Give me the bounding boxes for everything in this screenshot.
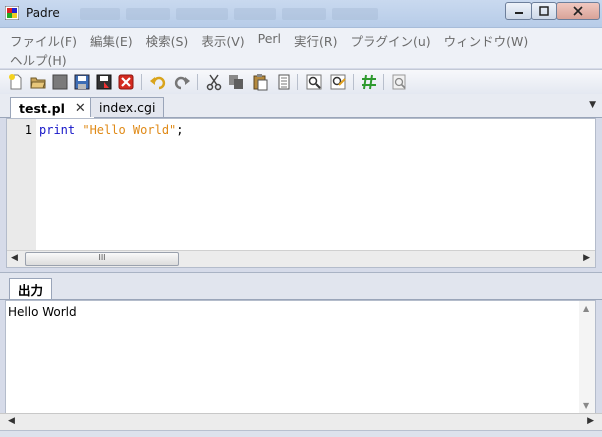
line-number: 1 (24, 123, 32, 137)
code-editor[interactable]: 1 print "Hello World"; ◀ III ▶ (6, 118, 596, 268)
menu-search[interactable]: 検索(S) (146, 31, 189, 50)
document-stats-icon[interactable] (390, 73, 408, 91)
scroll-left-icon[interactable]: ◀ (8, 416, 15, 426)
scroll-up-icon[interactable]: ▲ (583, 304, 589, 313)
padre-app-icon (5, 6, 19, 20)
scroll-right-icon[interactable]: ▶ (583, 253, 590, 263)
menu-file[interactable]: ファイル(F) (10, 31, 77, 50)
tab-index-cgi[interactable]: index.cgi (90, 97, 165, 117)
toolbar-separator (383, 74, 384, 90)
code-keyword: print (39, 123, 76, 137)
paste-icon[interactable] (251, 73, 269, 91)
close-window-button[interactable] (556, 2, 600, 20)
line-number-gutter: 1 (7, 119, 36, 251)
undo-icon[interactable] (149, 73, 167, 91)
scroll-thumb[interactable]: III (25, 252, 179, 266)
menu-plugins[interactable]: プラグイン(u) (350, 31, 430, 50)
output-tab-bar: 出力 (0, 272, 602, 300)
tab-label: index.cgi (99, 100, 156, 115)
save-icon[interactable] (51, 73, 69, 91)
code-string: "Hello World" (82, 123, 177, 137)
menu-view[interactable]: 表示(V) (201, 31, 244, 50)
output-horizontal-scrollbar[interactable]: ◀ ▶ (0, 413, 602, 430)
open-file-icon[interactable] (29, 73, 47, 91)
tab-label: test.pl (19, 100, 65, 116)
background-taskbar-blur (80, 8, 440, 22)
maximize-icon (539, 6, 549, 16)
select-all-icon[interactable] (275, 73, 293, 91)
code-terminator: ; (176, 123, 184, 137)
menu-edit[interactable]: 編集(E) (90, 31, 133, 50)
cut-icon[interactable] (205, 73, 223, 91)
tab-list-dropdown-icon[interactable]: ▼ (589, 100, 596, 110)
scroll-right-icon[interactable]: ▶ (587, 416, 594, 426)
output-text: Hello World (8, 305, 77, 319)
save-all-icon[interactable] (95, 73, 113, 91)
scroll-left-icon[interactable]: ◀ (11, 253, 18, 263)
menu-help[interactable]: ヘルプ(H) (10, 50, 67, 69)
tab-output[interactable]: 出力 (9, 278, 53, 299)
output-vertical-scrollbar[interactable]: ▲ ▼ (579, 301, 595, 413)
find-icon[interactable] (305, 73, 323, 91)
close-icon (573, 6, 583, 16)
menu-perl[interactable]: Perl (258, 31, 281, 50)
code-line[interactable]: print "Hello World"; (39, 123, 184, 137)
tab-close-icon[interactable]: ✕ (75, 101, 86, 116)
minimize-button[interactable] (505, 2, 532, 20)
toolbar-separator (353, 74, 354, 90)
close-file-icon[interactable] (117, 73, 135, 91)
title-bar: Padre (0, 0, 602, 28)
menu-window[interactable]: ウィンドウ(W) (444, 31, 529, 50)
maximize-button[interactable] (531, 2, 557, 20)
window-title: Padre (26, 6, 60, 20)
editor-horizontal-scrollbar[interactable]: ◀ III ▶ (7, 250, 595, 267)
find-replace-icon[interactable] (329, 73, 347, 91)
redo-icon[interactable] (173, 73, 191, 91)
save-as-icon[interactable] (73, 73, 91, 91)
menu-run[interactable]: 実行(R) (294, 31, 337, 50)
menu-bar: ファイル(F) 編集(E) 検索(S) 表示(V) Perl 実行(R) プラグ… (0, 28, 602, 68)
toolbar-separator (197, 74, 198, 90)
toolbar-separator (297, 74, 298, 90)
output-tab-label: 出力 (18, 282, 44, 298)
tab-test-pl[interactable]: test.pl ✕ (10, 97, 95, 118)
comment-toggle-icon[interactable] (360, 73, 378, 91)
toolbar-separator (141, 74, 142, 90)
copy-icon[interactable] (227, 73, 245, 91)
scroll-thumb-grip: III (98, 253, 106, 262)
minimize-icon (514, 12, 523, 14)
toolbar (0, 69, 602, 95)
menu-row-2: ヘルプ(H) (10, 50, 67, 69)
new-file-icon[interactable] (7, 73, 25, 91)
editor-tab-bar: test.pl ✕ index.cgi ▼ (0, 94, 602, 118)
menu-row-1: ファイル(F) 編集(E) 検索(S) 表示(V) Perl 実行(R) プラグ… (10, 31, 528, 50)
output-panel[interactable]: Hello World ▲ ▼ (5, 300, 596, 414)
scroll-down-icon[interactable]: ▼ (583, 401, 589, 410)
